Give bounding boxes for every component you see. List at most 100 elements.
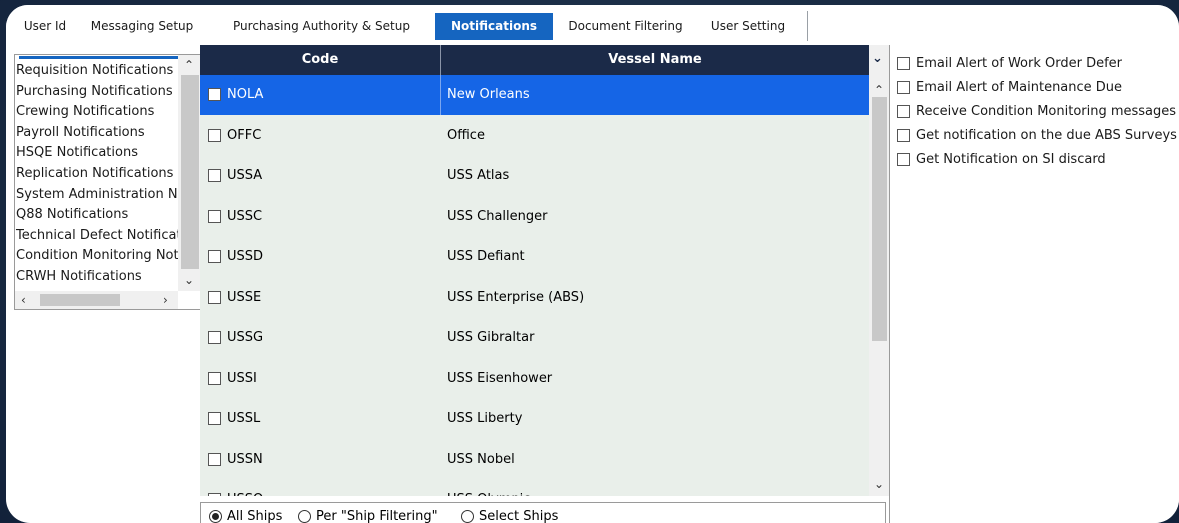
row-checkbox[interactable] [208,290,221,304]
cell-vessel-name: USS Challenger [447,208,548,224]
grid-vertical-scrollbar[interactable]: ⌃ ⌄ [869,45,890,496]
table-row[interactable]: USSC USS Challenger [200,197,869,237]
alert-option-label: Get notification on the due ABS Surveys [916,127,1177,143]
tab-user-setting[interactable]: User Setting [700,13,796,40]
list-item[interactable]: Crewing Notifications [15,102,178,123]
list-item[interactable]: Purchasing Notifications [15,82,178,103]
scroll-left-icon[interactable]: ‹ [21,293,26,307]
cell-code: USSL [227,411,261,426]
radio-dot-icon[interactable] [298,510,311,523]
alert-option-label: Get Notification on SI discard [916,151,1106,167]
radio-per-ship-filtering[interactable]: Per "Ship Filtering" [298,509,438,523]
row-checkbox[interactable] [208,331,221,344]
notifications-window: User Id Messaging Setup Purchasing Autho… [6,5,1179,523]
table-row[interactable]: USSN USS Nobel [200,440,869,480]
tab-purchasing-authority[interactable]: Purchasing Authority & Setup [214,13,429,40]
table-row[interactable]: NOLA New Orleans [200,75,869,115]
cell-vessel-name: USS Defiant [447,249,525,264]
scroll-up-icon[interactable]: ⌃ [874,83,884,97]
tab-divider [807,11,808,41]
table-row[interactable]: OFFC Office [200,116,869,156]
tab-messaging-setup[interactable]: Messaging Setup [82,13,202,40]
grid-header: Code Vessel Name [200,45,869,75]
tab-bar: User Id Messaging Setup Purchasing Autho… [6,5,1179,42]
ship-filter-options: All Ships Per "Ship Filtering" Select Sh… [200,502,886,523]
cell-vessel-name: USS Gibraltar [447,330,535,345]
table-row[interactable]: USSA USS Atlas [200,156,869,196]
row-checkbox[interactable] [208,88,221,101]
list-horizontal-scrollbar[interactable]: ‹ › [15,291,178,309]
cell-code: USSD [227,249,264,264]
list-vertical-scrollbar[interactable]: ⌃ ⌄ [178,55,202,291]
list-item[interactable]: Payroll Notifications [15,123,178,144]
list-item[interactable]: Q88 Notifications [15,205,178,226]
tab-document-filtering[interactable]: Document Filtering [558,13,693,40]
alert-option[interactable]: Get Notification on SI discard [897,149,1106,169]
notification-category-list[interactable]: Requisition Notifications Purchasing Not… [14,54,203,310]
scroll-thumb[interactable] [40,294,120,306]
row-checkbox[interactable] [208,128,221,142]
cell-vessel-name: USS Nobel [447,451,515,467]
table-row[interactable]: USSG USS Gibraltar [200,318,869,358]
checkbox[interactable] [897,56,910,70]
scroll-right-icon[interactable]: › [163,293,168,307]
list-item[interactable]: Technical Defect Notifications [15,226,178,247]
scroll-up-icon[interactable]: ⌃ [184,58,194,72]
checkbox[interactable] [897,104,910,118]
cell-code: USSO [227,480,263,496]
radio-dot-icon[interactable] [461,510,474,523]
checkbox[interactable] [897,80,910,94]
radio-label: Per "Ship Filtering" [316,509,438,523]
cell-code: USSE [227,289,262,305]
cell-code: NOLA [227,87,264,102]
scroll-thumb[interactable] [181,75,199,269]
table-row[interactable]: USSE USS Enterprise (ABS) [200,278,869,318]
tab-notifications[interactable]: Notifications [435,13,553,40]
cell-code: USSG [227,330,264,345]
list-item[interactable]: System Administration Notifications [15,185,178,206]
alert-options-panel: Email Alert of Work Order Defer Email Al… [889,45,1179,523]
cell-vessel-name: Office [447,127,485,143]
table-row[interactable]: USSD USS Defiant [200,237,869,277]
tab-user-id[interactable]: User Id [10,13,80,40]
radio-dot-icon[interactable] [209,510,222,523]
row-checkbox[interactable] [208,209,221,223]
row-checkbox[interactable] [208,169,221,182]
cell-code: USSA [227,168,263,183]
vessel-grid: Code Vessel Name NOLA New Orleans OFFC Offi… [200,45,869,496]
chevron-down-icon[interactable]: ⌄ [872,51,883,66]
alert-option[interactable]: Email Alert of Work Order Defer [897,53,1122,73]
cell-vessel-name: New Orleans [447,87,530,102]
checkbox[interactable] [897,128,910,142]
list-item[interactable]: Requisition Notifications [15,61,178,82]
row-checkbox[interactable] [208,412,221,425]
list-item[interactable]: CRWH Notifications [15,267,178,288]
table-row[interactable]: USSO USS Olympic [200,480,869,496]
list-item[interactable]: HSQE Notifications [15,143,178,164]
alert-option[interactable]: Get notification on the due ABS Surveys [897,125,1177,145]
alert-option[interactable]: Email Alert of Maintenance Due [897,77,1122,97]
scroll-thumb[interactable] [872,97,887,341]
list-item[interactable]: Replication Notifications [15,164,178,185]
cell-vessel-name: USS Liberty [447,411,523,426]
table-row[interactable]: USSI USS Eisenhower [200,359,869,399]
radio-select-ships[interactable]: Select Ships [461,509,558,523]
row-checkbox[interactable] [208,250,221,263]
scroll-down-icon[interactable]: ⌄ [184,273,194,287]
scroll-down-icon[interactable]: ⌄ [874,477,884,491]
column-header-vessel-name[interactable]: Vessel Name [441,45,869,75]
cell-vessel-name: USS Eisenhower [447,370,553,386]
cell-vessel-name: USS Olympic [447,480,530,496]
column-header-code[interactable]: Code [200,45,441,75]
row-checkbox[interactable] [208,452,221,466]
list-selection-bar [19,56,185,59]
cell-code: USSN [227,451,263,467]
row-checkbox[interactable] [208,493,221,496]
row-checkbox[interactable] [208,371,221,385]
alert-option[interactable]: Receive Condition Monitoring messages [897,101,1176,121]
list-item[interactable]: Condition Monitoring Notifications [15,246,178,267]
checkbox[interactable] [897,152,910,166]
radio-label: All Ships [227,509,283,523]
table-row[interactable]: USSL USS Liberty [200,399,869,439]
radio-all-ships[interactable]: All Ships [209,509,282,523]
